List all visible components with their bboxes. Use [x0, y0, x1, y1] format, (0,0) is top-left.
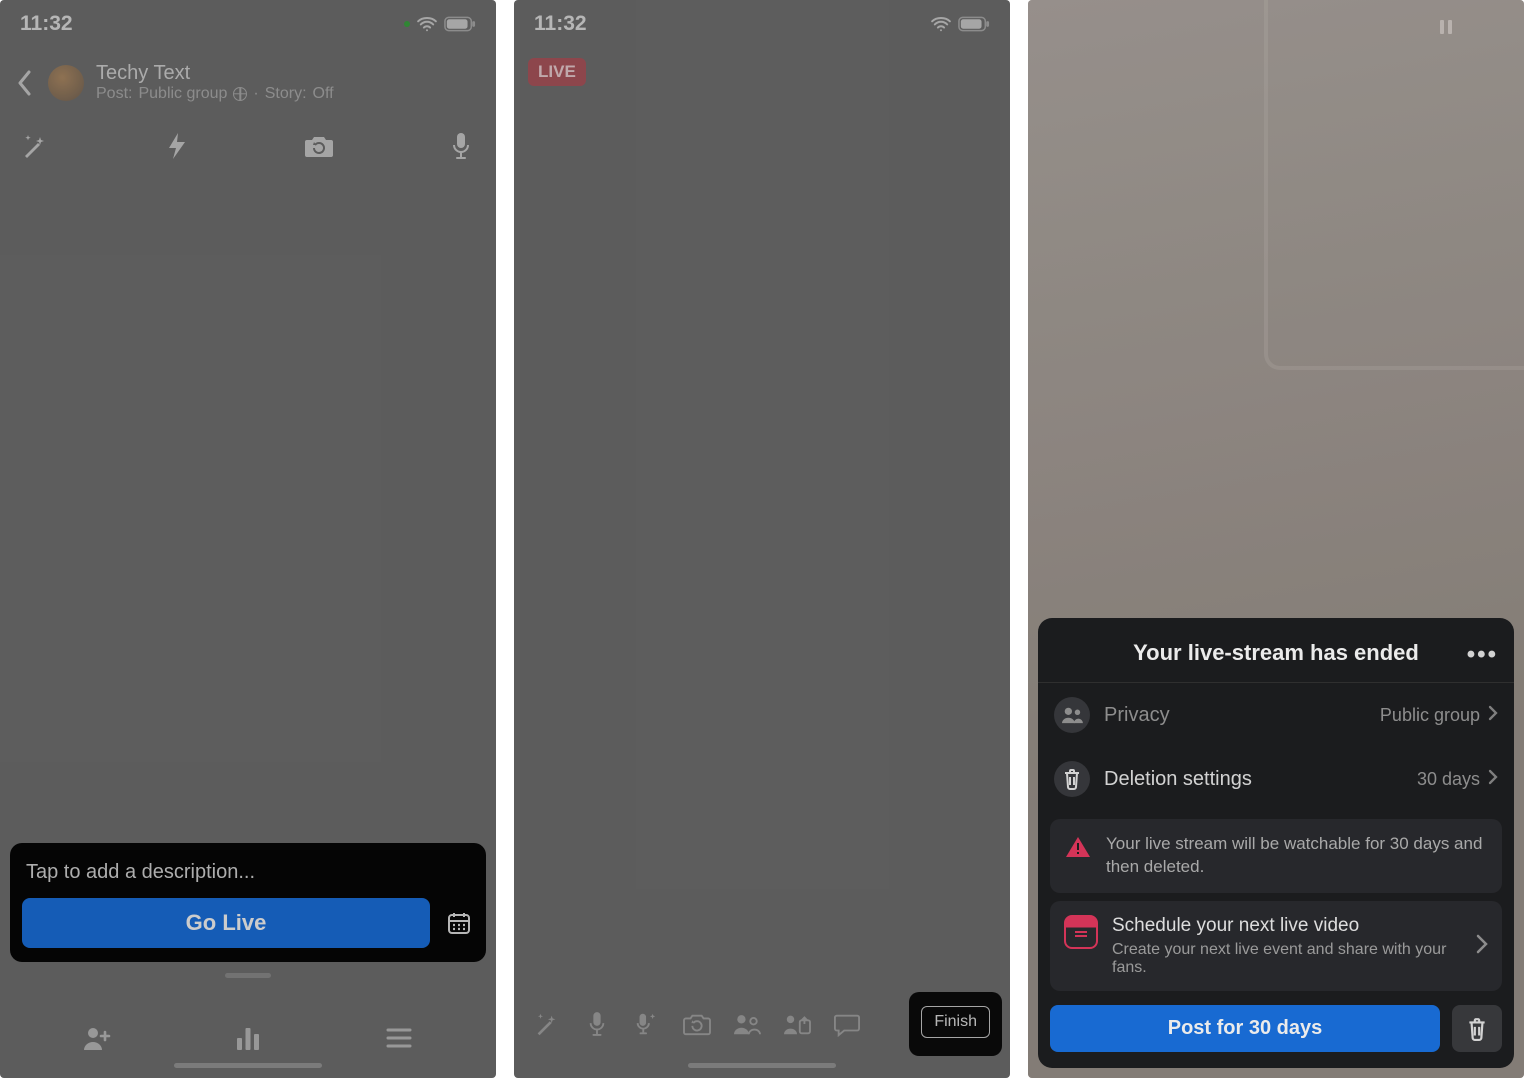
- privacy-value: Public group: [1380, 705, 1498, 726]
- sheet-header: Your live-stream has ended •••: [1038, 634, 1514, 682]
- profile-avatar[interactable]: [48, 65, 84, 101]
- go-live-panel: Tap to add a description... Go Live: [10, 843, 486, 962]
- home-indicator[interactable]: [174, 1063, 322, 1068]
- schedule-card[interactable]: Schedule your next live video Create you…: [1050, 901, 1502, 991]
- more-options-button[interactable]: •••: [1467, 641, 1498, 669]
- status-time: 11:32: [20, 12, 73, 36]
- delete-button[interactable]: [1452, 1005, 1502, 1052]
- microphone-icon[interactable]: [576, 1003, 618, 1045]
- screen-stream-ended: Your live-stream has ended ••• Privacy P…: [1028, 0, 1524, 1078]
- chevron-right-icon: [1476, 934, 1488, 959]
- globe-icon: [233, 87, 247, 101]
- calendar-icon: [1064, 915, 1098, 949]
- deletion-value: 30 days: [1417, 769, 1498, 790]
- invite-friends-icon[interactable]: [79, 1020, 115, 1056]
- separator-dot: ·: [253, 85, 258, 103]
- wifi-icon: [416, 16, 438, 32]
- camera-tools-row: [0, 109, 496, 163]
- chevron-right-icon: [1488, 769, 1498, 790]
- privacy-label: Privacy: [1104, 704, 1170, 727]
- profile-sub[interactable]: Post: Public group · Story: Off: [96, 85, 334, 103]
- flip-camera-icon[interactable]: [676, 1003, 718, 1045]
- status-bar: 11:32: [514, 0, 1010, 44]
- invite-guest-icon[interactable]: [726, 1003, 768, 1045]
- battery-icon: [444, 16, 476, 32]
- status-bar: 11:32: [0, 0, 496, 44]
- privacy-row[interactable]: Privacy Public group: [1038, 682, 1514, 747]
- header-row: Techy Text Post: Public group · Story: O…: [0, 44, 496, 109]
- post-label: Post:: [96, 85, 132, 103]
- description-input[interactable]: Tap to add a description...: [22, 857, 474, 898]
- warning-icon: [1064, 833, 1092, 861]
- post-button[interactable]: Post for 30 days: [1050, 1005, 1440, 1052]
- post-value: Public group: [138, 85, 227, 103]
- go-live-button[interactable]: Go Live: [22, 898, 430, 948]
- flash-icon[interactable]: [160, 129, 194, 163]
- flip-camera-icon[interactable]: [302, 129, 336, 163]
- schedule-text: Schedule your next live video Create you…: [1112, 915, 1462, 977]
- schedule-title: Schedule your next live video: [1112, 915, 1462, 937]
- home-indicator[interactable]: [688, 1063, 836, 1068]
- microphone-icon[interactable]: [444, 129, 478, 163]
- deletion-row[interactable]: Deletion settings 30 days: [1038, 747, 1514, 811]
- back-button[interactable]: [14, 68, 36, 98]
- poll-stats-icon[interactable]: [230, 1020, 266, 1056]
- drag-handle-icon[interactable]: [225, 973, 271, 978]
- magic-wand-icon[interactable]: [18, 129, 52, 163]
- sheet-title: Your live-stream has ended: [1133, 640, 1419, 666]
- bottom-actions: [0, 998, 496, 1056]
- story-value: Off: [313, 85, 334, 103]
- story-label: Story:: [265, 85, 307, 103]
- menu-icon[interactable]: [381, 1020, 417, 1056]
- chevron-right-icon: [1488, 705, 1498, 726]
- finish-button[interactable]: Finish: [921, 1006, 990, 1038]
- deletion-info-card: Your live stream will be watchable for 3…: [1050, 819, 1502, 893]
- profile-name: Techy Text: [96, 62, 334, 85]
- mic-effects-icon[interactable]: [626, 1003, 668, 1045]
- screen-go-live-setup: 11:32 Techy Text Post: Public group · St…: [0, 0, 496, 1078]
- trash-icon: [1054, 761, 1090, 797]
- deletion-info-text: Your live stream will be watchable for 3…: [1106, 833, 1488, 879]
- deletion-label: Deletion settings: [1104, 768, 1252, 791]
- profile-info: Techy Text Post: Public group · Story: O…: [96, 62, 334, 103]
- status-icons: [930, 16, 990, 32]
- status-time: 11:32: [534, 12, 587, 36]
- schedule-subtitle: Create your next live event and share wi…: [1112, 941, 1462, 977]
- stream-ended-sheet: Your live-stream has ended ••• Privacy P…: [1038, 618, 1514, 1068]
- live-bottom-toolbar: Finish: [514, 992, 1010, 1060]
- comment-icon[interactable]: [826, 1003, 868, 1045]
- share-icon[interactable]: [776, 1003, 818, 1045]
- screen-live-in-progress: 11:32 LIVE: [514, 0, 1010, 1078]
- preview-shape: [1264, 0, 1524, 370]
- battery-icon: [958, 16, 990, 32]
- finish-panel: Finish: [909, 992, 1002, 1056]
- pause-icon: [1440, 20, 1456, 34]
- live-badge: LIVE: [528, 58, 586, 86]
- wifi-icon: [930, 16, 952, 32]
- status-icons: [404, 16, 476, 32]
- status-bar: [1028, 0, 1524, 20]
- magic-wand-icon[interactable]: [526, 1003, 568, 1045]
- people-icon: [1054, 697, 1090, 733]
- recording-dot-icon: [404, 21, 410, 27]
- post-actions-row: Post for 30 days: [1038, 991, 1514, 1052]
- schedule-calendar-icon[interactable]: [444, 908, 474, 938]
